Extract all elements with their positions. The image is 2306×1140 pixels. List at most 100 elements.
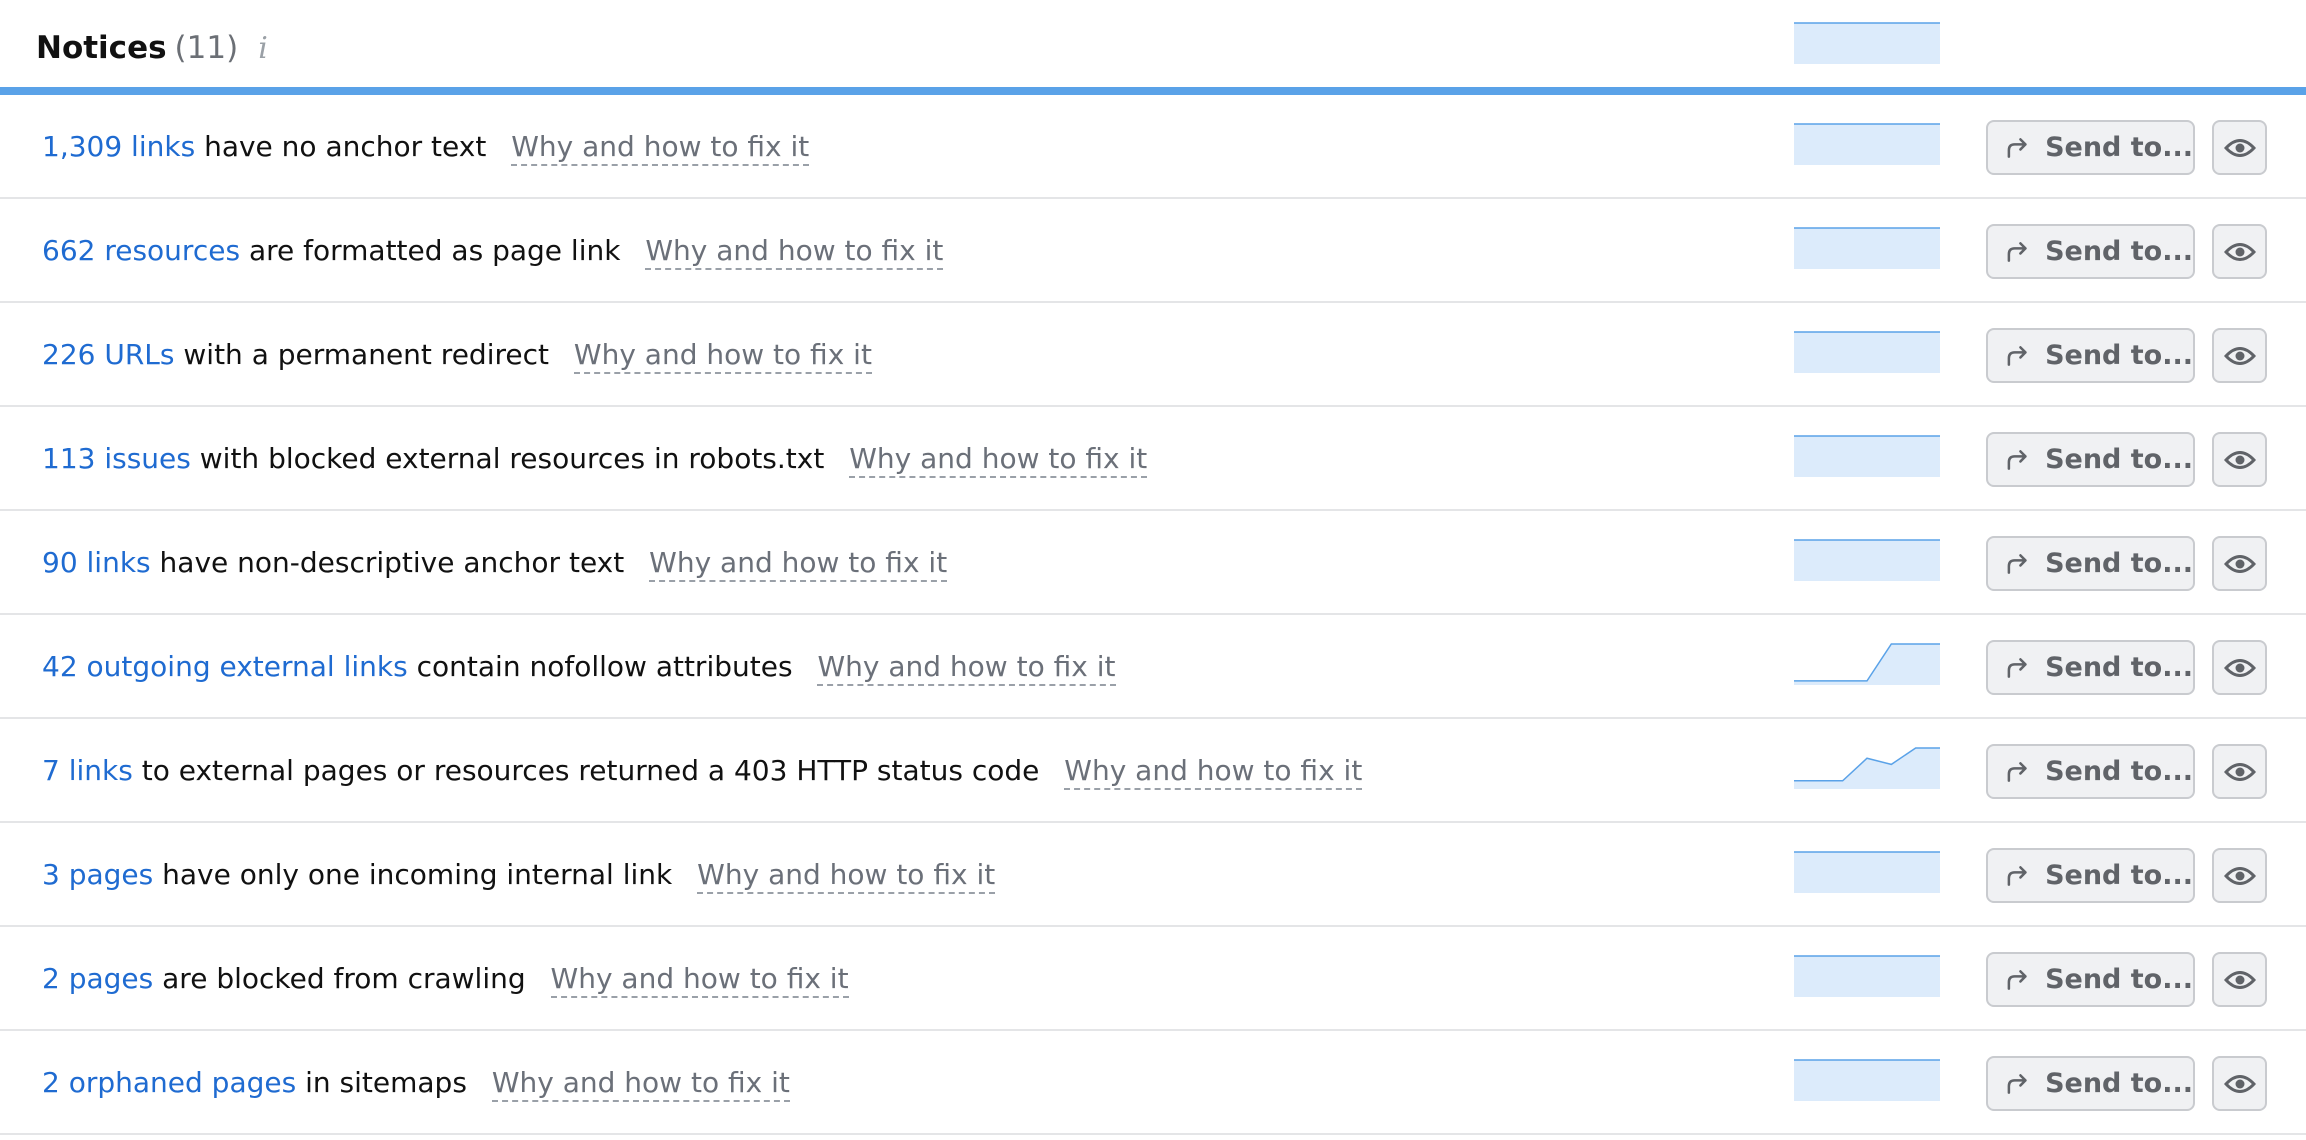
notice-text: 90 links have non-descriptive anchor tex… [42,543,948,583]
trend-sparkline [1794,435,1940,477]
notice-row: 226 URLs with a permanent redirect Why a… [0,303,2306,407]
send-to-label: Send to... [2045,236,2193,267]
issue-count-link[interactable]: 662 resources [42,234,240,267]
issue-count-link[interactable]: 7 links [42,754,133,787]
share-arrow-icon [2007,969,2027,990]
notices-count: (11) [174,30,239,66]
eye-icon [2223,554,2256,573]
trend-sparkline [1794,331,1940,373]
send-to-button[interactable]: Send to... [1986,432,2195,487]
send-to-label: Send to... [2045,132,2193,163]
view-issue-button[interactable] [2212,1056,2267,1111]
notice-text: 7 links to external pages or resources r… [42,751,1363,791]
share-arrow-icon [2007,761,2027,782]
view-issue-button[interactable] [2212,744,2267,799]
why-and-how-to-fix-link[interactable]: Why and how to fix it [645,234,944,270]
view-issue-button[interactable] [2212,328,2267,383]
eye-icon [2223,346,2256,365]
sparkline-area [1794,1060,1940,1101]
share-arrow-icon [2007,553,2027,574]
notice-text: 113 issues with blocked external resourc… [42,439,1148,479]
issue-count-link[interactable]: 226 URLs [42,338,174,371]
why-and-how-to-fix-link[interactable]: Why and how to fix it [1064,754,1363,790]
why-and-how-to-fix-link[interactable]: Why and how to fix it [550,962,849,998]
send-to-button[interactable]: Send to... [1986,848,2195,903]
issue-description: have non-descriptive anchor text [159,546,625,579]
info-icon[interactable]: i [258,29,268,69]
eye-icon [2223,138,2256,157]
issue-description: in sitemaps [305,1066,467,1099]
share-arrow-icon [2007,865,2027,886]
send-to-button[interactable]: Send to... [1986,1056,2195,1111]
issue-description: have no anchor text [204,130,487,163]
notice-row: 3 pages have only one incoming internal … [0,823,2306,927]
send-to-button[interactable]: Send to... [1986,536,2195,591]
view-issue-button[interactable] [2212,120,2267,175]
sparkline-area [1794,436,1940,477]
sparkline-area [1794,748,1940,789]
share-arrow-icon [2007,449,2027,470]
send-to-label: Send to... [2045,444,2193,475]
section-title-text: Notices [36,30,167,66]
why-and-how-to-fix-link[interactable]: Why and how to fix it [697,858,996,894]
send-to-button[interactable]: Send to... [1986,120,2195,175]
trend-sparkline [1794,539,1940,581]
issue-count-link[interactable]: 2 pages [42,962,153,995]
notice-row: 90 links have non-descriptive anchor tex… [0,511,2306,615]
issue-count-link[interactable]: 2 orphaned pages [42,1066,296,1099]
sparkline-area [1794,23,1940,64]
why-and-how-to-fix-link[interactable]: Why and how to fix it [511,130,810,166]
view-issue-button[interactable] [2212,224,2267,279]
why-and-how-to-fix-link[interactable]: Why and how to fix it [649,546,948,582]
send-to-button[interactable]: Send to... [1986,744,2195,799]
issue-count-link[interactable]: 90 links [42,546,151,579]
send-to-label: Send to... [2045,340,2193,371]
issue-description: are blocked from crawling [162,962,526,995]
issue-count-link[interactable]: 113 issues [42,442,191,475]
view-issue-button[interactable] [2212,640,2267,695]
issue-count-link[interactable]: 3 pages [42,858,153,891]
sparkline-area [1794,956,1940,997]
trend-sparkline [1794,955,1940,997]
issue-description: to external pages or resources returned … [141,754,1040,787]
why-and-how-to-fix-link[interactable]: Why and how to fix it [573,338,872,374]
send-to-label: Send to... [2045,548,2193,579]
view-issue-button[interactable] [2212,432,2267,487]
share-arrow-icon [2007,657,2027,678]
issue-description: contain nofollow attributes [416,650,793,683]
notice-text: 2 pages are blocked from crawling Why an… [42,959,849,999]
eye-icon [2223,658,2256,677]
send-to-button[interactable]: Send to... [1986,952,2195,1007]
send-to-label: Send to... [2045,964,2193,995]
notice-row: 42 outgoing external links contain nofol… [0,615,2306,719]
share-arrow-icon [2007,1073,2027,1094]
send-to-button[interactable]: Send to... [1986,328,2195,383]
notice-text: 226 URLs with a permanent redirect Why a… [42,335,872,375]
send-to-button[interactable]: Send to... [1986,640,2195,695]
notices-list: 1,309 links have no anchor text Why and … [0,95,2306,1135]
why-and-how-to-fix-link[interactable]: Why and how to fix it [849,442,1148,478]
header-sparkline [1794,22,1940,64]
send-to-label: Send to... [2045,1068,2193,1099]
send-to-label: Send to... [2045,652,2193,683]
notice-text: 662 resources are formatted as page link… [42,231,944,271]
trend-sparkline [1794,747,1940,789]
trend-sparkline [1794,227,1940,269]
view-issue-button[interactable] [2212,952,2267,1007]
share-arrow-icon [2007,345,2027,366]
why-and-how-to-fix-link[interactable]: Why and how to fix it [817,650,1116,686]
notice-row: 113 issues with blocked external resourc… [0,407,2306,511]
trend-sparkline [1794,643,1940,685]
trend-sparkline [1794,123,1940,165]
send-to-button[interactable]: Send to... [1986,224,2195,279]
send-to-label: Send to... [2045,860,2193,891]
view-issue-button[interactable] [2212,536,2267,591]
issue-count-link[interactable]: 1,309 links [42,130,195,163]
eye-icon [2223,242,2256,261]
view-issue-button[interactable] [2212,848,2267,903]
notice-row: 7 links to external pages or resources r… [0,719,2306,823]
why-and-how-to-fix-link[interactable]: Why and how to fix it [491,1066,790,1102]
issue-count-link[interactable]: 42 outgoing external links [42,650,408,683]
issue-description: are formatted as page link [248,234,621,267]
notice-text: 42 outgoing external links contain nofol… [42,647,1116,687]
